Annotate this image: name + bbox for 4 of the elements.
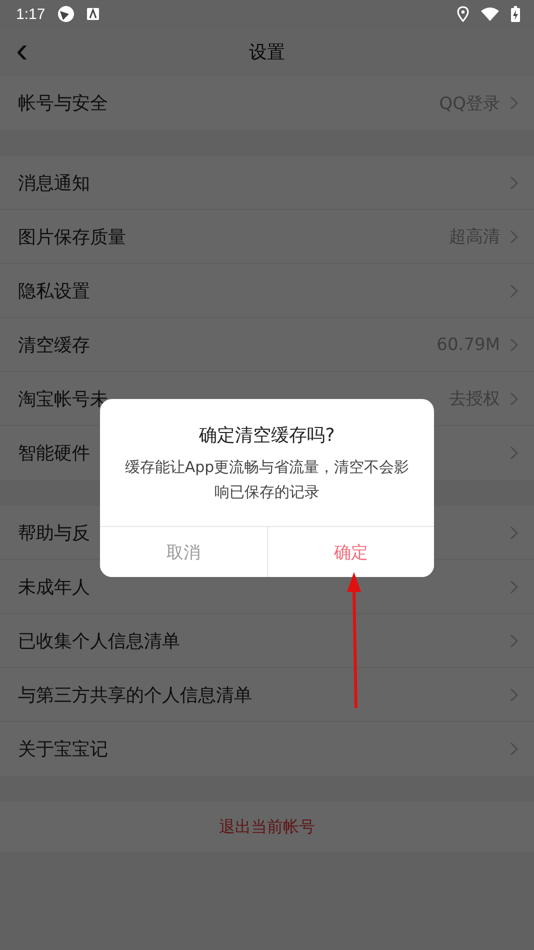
dialog-message: 缓存能让App更流畅与省流量，清空不会影响已保存的记录 (124, 457, 410, 503)
dialog-title: 确定清空缓存吗? (198, 424, 336, 447)
status-time: 1:17 (16, 6, 46, 22)
page-title: 设置 (249, 41, 285, 64)
